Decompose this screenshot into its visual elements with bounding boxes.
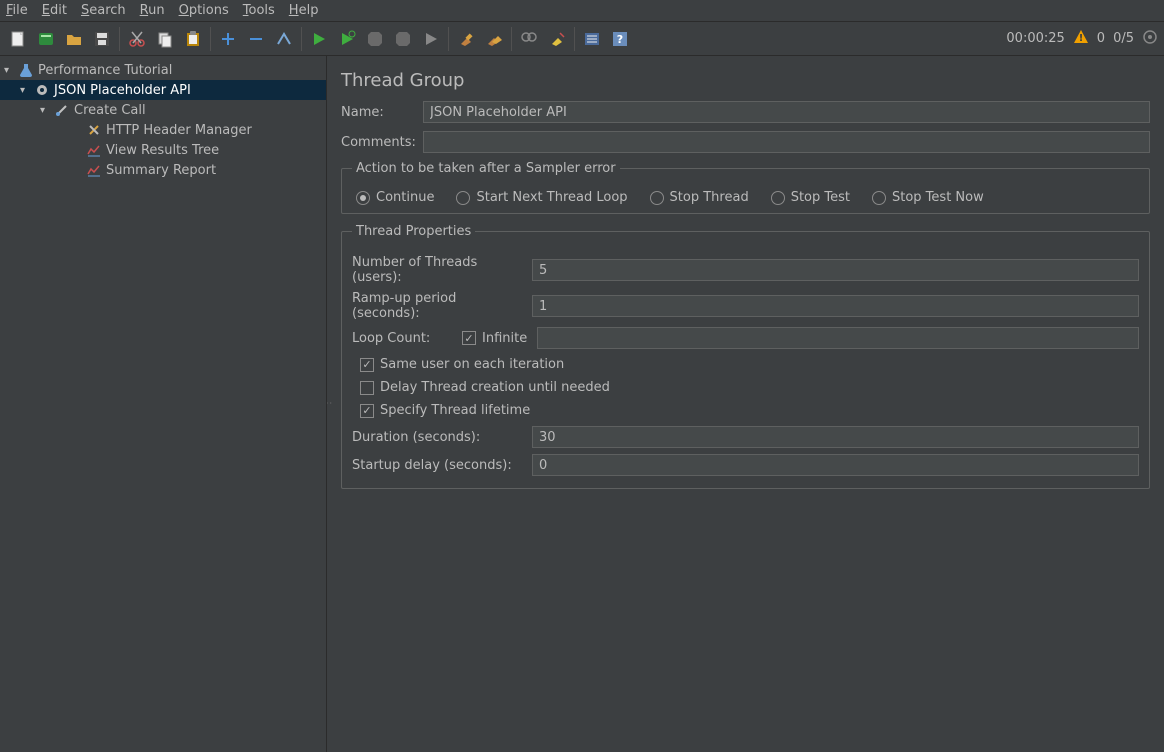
menu-search[interactable]: Search	[81, 3, 126, 18]
tree-thread-group[interactable]: ▾ JSON Placeholder API	[0, 80, 326, 100]
reset-search-icon[interactable]	[545, 27, 569, 51]
ramp-up-input[interactable]	[532, 295, 1139, 317]
chart-icon	[86, 162, 102, 178]
menu-tools[interactable]: Tools	[243, 3, 275, 18]
thread-properties-group: Thread Properties Number of Threads (use…	[341, 224, 1150, 489]
startup-delay-label: Startup delay (seconds):	[352, 458, 522, 473]
name-label: Name:	[341, 105, 413, 120]
stop-icon[interactable]	[363, 27, 387, 51]
radio-next-loop[interactable]: Start Next Thread Loop	[456, 190, 627, 205]
pipette-icon	[54, 102, 70, 118]
thread-count: 0/5	[1113, 31, 1134, 46]
open-icon[interactable]	[62, 27, 86, 51]
elapsed-time: 00:00:25	[1006, 31, 1064, 46]
startup-delay-input[interactable]	[532, 454, 1139, 476]
svg-text:!: !	[1079, 33, 1084, 44]
thread-properties-legend: Thread Properties	[352, 224, 475, 239]
start-icon[interactable]	[307, 27, 331, 51]
remote-start-icon[interactable]	[419, 27, 443, 51]
tree-label: Create Call	[74, 103, 146, 118]
copy-icon[interactable]	[153, 27, 177, 51]
svg-text:?: ?	[617, 33, 623, 46]
editor-panel: Thread Group Name: Comments: Action to b…	[333, 56, 1164, 752]
comments-input[interactable]	[423, 131, 1150, 153]
cut-icon[interactable]	[125, 27, 149, 51]
paste-icon[interactable]	[181, 27, 205, 51]
search-icon[interactable]	[517, 27, 541, 51]
radio-stop-test[interactable]: Stop Test	[771, 190, 850, 205]
toggle-icon[interactable]	[272, 27, 296, 51]
save-icon[interactable]	[90, 27, 114, 51]
tree-header-manager[interactable]: HTTP Header Manager	[0, 120, 326, 140]
loop-count-input[interactable]	[537, 327, 1139, 349]
test-plan-tree: ▾ Performance Tutorial ▾ JSON Placeholde…	[0, 56, 327, 752]
clear-icon[interactable]	[454, 27, 478, 51]
function-helper-icon[interactable]	[580, 27, 604, 51]
chevron-down-icon[interactable]: ▾	[20, 85, 30, 96]
expand-icon[interactable]	[216, 27, 240, 51]
tree-label: JSON Placeholder API	[54, 83, 191, 98]
comments-label: Comments:	[341, 135, 413, 150]
tree-summary-report[interactable]: Summary Report	[0, 160, 326, 180]
menu-file[interactable]: File	[6, 3, 28, 18]
radio-stop-test-now[interactable]: Stop Test Now	[872, 190, 984, 205]
radio-stop-thread[interactable]: Stop Thread	[650, 190, 749, 205]
shutdown-icon[interactable]	[391, 27, 415, 51]
panel-title: Thread Group	[341, 70, 1150, 91]
tree-label: View Results Tree	[106, 143, 219, 158]
menu-bar: File Edit Search Run Options Tools Help	[0, 0, 1164, 22]
tree-label: HTTP Header Manager	[106, 123, 252, 138]
clear-all-icon[interactable]	[482, 27, 506, 51]
duration-input[interactable]	[532, 426, 1139, 448]
ramp-up-label: Ramp-up period (seconds):	[352, 291, 522, 321]
num-threads-label: Number of Threads (users):	[352, 255, 522, 285]
loop-count-label: Loop Count:	[352, 331, 452, 346]
same-user-checkbox[interactable]: Same user on each iteration	[360, 357, 1139, 372]
tree-label: Summary Report	[106, 163, 216, 178]
toolbar: ? 00:00:25 ! 0 0/5	[0, 22, 1164, 56]
name-input[interactable]	[423, 101, 1150, 123]
menu-help[interactable]: Help	[289, 3, 319, 18]
chart-icon	[86, 142, 102, 158]
templates-icon[interactable]	[34, 27, 58, 51]
collapse-icon[interactable]	[244, 27, 268, 51]
specify-lifetime-checkbox[interactable]: Specify Thread lifetime	[360, 403, 1139, 418]
gear-icon	[34, 82, 50, 98]
tree-test-plan[interactable]: ▾ Performance Tutorial	[0, 60, 326, 80]
tree-view-results[interactable]: View Results Tree	[0, 140, 326, 160]
error-count: 0	[1097, 31, 1105, 46]
chevron-down-icon[interactable]: ▾	[4, 65, 14, 76]
delay-create-checkbox[interactable]: Delay Thread creation until needed	[360, 380, 1139, 395]
chevron-down-icon[interactable]: ▾	[40, 105, 50, 116]
error-action-legend: Action to be taken after a Sampler error	[352, 161, 620, 176]
radio-continue[interactable]: Continue	[356, 190, 434, 205]
warning-icon[interactable]: !	[1073, 29, 1089, 49]
start-no-timers-icon[interactable]	[335, 27, 359, 51]
duration-label: Duration (seconds):	[352, 430, 522, 445]
error-action-group: Action to be taken after a Sampler error…	[341, 161, 1150, 214]
new-icon[interactable]	[6, 27, 30, 51]
num-threads-input[interactable]	[532, 259, 1139, 281]
tree-sampler[interactable]: ▾ Create Call	[0, 100, 326, 120]
running-indicator-icon	[1142, 29, 1158, 49]
flask-icon	[18, 62, 34, 78]
menu-options[interactable]: Options	[179, 3, 229, 18]
menu-edit[interactable]: Edit	[42, 3, 67, 18]
tree-label: Performance Tutorial	[38, 63, 172, 78]
wrench-icon	[86, 122, 102, 138]
menu-run[interactable]: Run	[140, 3, 165, 18]
infinite-checkbox[interactable]: Infinite	[462, 331, 527, 346]
help-icon[interactable]: ?	[608, 27, 632, 51]
